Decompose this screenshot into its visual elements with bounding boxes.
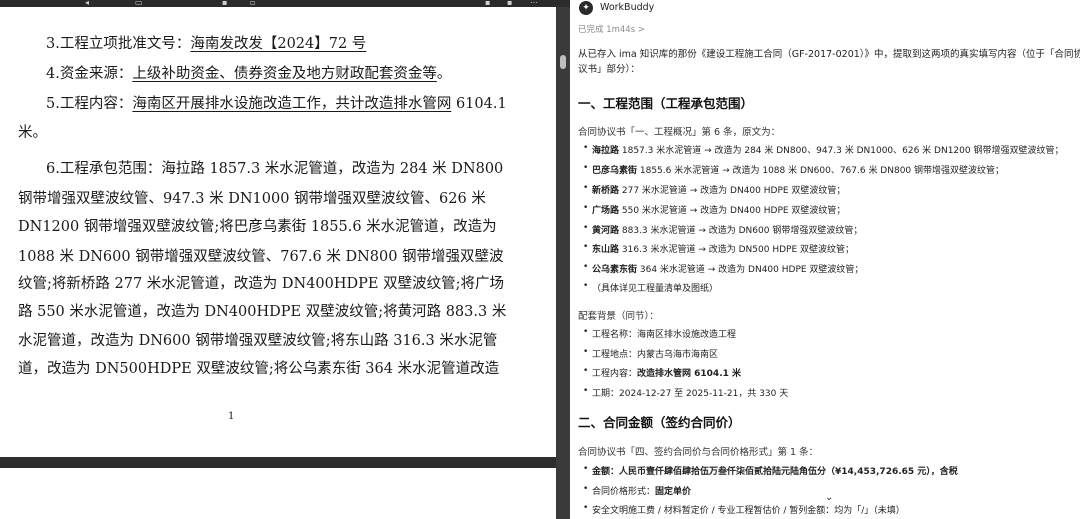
save-icon[interactable]: ▪	[222, 0, 227, 7]
doc-line: 1088 米 DN600 钢带增强双壁波纹管、767.6 米 DN800 钢带增…	[18, 249, 504, 265]
page-separator	[0, 457, 570, 468]
list-item: 合同价格形式：固定单价	[583, 484, 691, 497]
doc-line: 4.资金来源：上级补助资金、债券资金及地方财政配套资金等。	[46, 66, 452, 82]
scroll-down-icon[interactable]: ⌄	[825, 492, 833, 503]
viewer-toolbar: ◂ ▭ ▪ ▫ ▪ ▪ ⋯	[0, 0, 570, 7]
list-item: （具体详见工程量清单及图纸）	[583, 281, 718, 294]
scope-source: 合同协议书「一、工程概况」第 6 条，原文为：	[578, 127, 781, 138]
list-item: 工期：2024-12-27 至 2025-11-21，共 330 天	[583, 386, 788, 399]
amount-source: 合同协议书「四、签约合同价与合同价格形式」第 1 条：	[578, 447, 819, 458]
list-item: 安全文明施工费 / 材料暂定价 / 专业工程暂估价 / 暂列金额：均为「/」（未…	[583, 503, 905, 516]
list-item: 巴彦乌素街 1855.6 米水泥管道 → 改造为 1088 米 DN600、76…	[583, 163, 1004, 176]
app-name: WorkBuddy	[600, 2, 655, 13]
document-viewer: ◂ ▭ ▪ ▫ ▪ ▪ ⋯ 3.工程立项批准文号：海南发改发【2024】72 号…	[0, 0, 570, 519]
list-item: 黄河路 883.3 米水泥管道 → 改造为 DN600 钢带增强双壁波纹管；	[583, 223, 862, 236]
list-item: 公乌素东街 364 米水泥管道 → 改造为 DN400 HDPE 双壁波纹管；	[583, 262, 863, 275]
doc-line: 3.工程立项批准文号：海南发改发【2024】72 号	[46, 36, 367, 52]
task-status[interactable]: 已完成 1m44s >	[578, 23, 645, 35]
doc-line: 钢带增强双壁波纹管、947.3 米 DN1000 钢带增强双壁波纹管、626 米	[18, 191, 486, 207]
section-heading-scope: 一、工程范围（工程承包范围）	[578, 96, 754, 111]
doc-line: 米。	[18, 125, 47, 141]
doc-line: DN1200 钢带增强双壁波纹管;将巴彦乌素街 1855.6 米水泥管道，改造为	[18, 219, 497, 235]
chat-panel: ✦ WorkBuddy 已完成 1m44s > 从已存入 ima 知识库的那份《…	[570, 0, 1080, 519]
doc-line: 水泥管道，改造为 DN600 钢带增强双壁波纹管;将东山路 316.3 米水泥管	[18, 333, 498, 349]
print-icon[interactable]: ▫	[250, 0, 255, 7]
list-item: 东山路 316.3 米水泥管道 → 改造为 DN500 HDPE 双壁波纹管；	[583, 242, 854, 255]
list-item: 海拉路 1857.3 米水泥管道 → 改造为 284 米 DN800、947.3…	[583, 143, 1063, 156]
scrollbar-thumb[interactable]	[560, 55, 566, 69]
more-icon[interactable]: ⋯	[530, 0, 538, 7]
list-item: 工程名称：海南区排水设施改造工程	[583, 327, 736, 340]
list-item: 新桥路 277 米水泥管道 → 改造为 DN400 HDPE 双壁波纹管；	[583, 183, 845, 196]
doc-line: 纹管;将新桥路 277 米水泥管道，改造为 DN400HDPE 双壁波纹管;将广…	[18, 276, 504, 292]
intro-text: 从已存入 ima 知识库的那份《建设工程施工合同（GF-2017-0201）》中…	[578, 49, 1080, 60]
chat-header: ✦ WorkBuddy	[570, 0, 1080, 17]
section-heading-amount: 二、合同金额（签约合同价）	[578, 415, 741, 430]
export-icon[interactable]: ▪	[507, 0, 512, 7]
background-label: 配套背景（同节）：	[578, 311, 659, 322]
vertical-scrollbar[interactable]	[556, 7, 570, 519]
list-item: 广场路 550 米水泥管道 → 改造为 DN400 HDPE 双壁波纹管；	[583, 203, 845, 216]
page-nav-icon[interactable]: ◂	[85, 0, 89, 7]
share-icon[interactable]: ▪	[485, 0, 490, 7]
doc-line: 5.工程内容：海南区开展排水设施改造工作，共计改造排水管网 6104.1	[46, 96, 507, 112]
list-item: 工程地点：内蒙古乌海市海南区	[583, 347, 718, 360]
list-item: 工程内容：改造排水管网 6104.1 米	[583, 366, 741, 379]
document-page: 3.工程立项批准文号：海南发改发【2024】72 号 4.资金来源：上级补助资金…	[0, 7, 556, 457]
doc-line: 6.工程承包范围：海拉路 1857.3 米水泥管道，改造为 284 米 DN80…	[46, 161, 504, 177]
app-logo-icon: ✦	[579, 1, 593, 15]
doc-line: 道，改造为 DN500HDPE 双壁波纹管;将公乌素东街 364 米水泥管道改造	[18, 361, 500, 377]
zoom-control-icon[interactable]: ▭	[135, 0, 143, 7]
page-number: 1	[228, 411, 235, 422]
list-item: 金额：人民币壹仟肆佰肆拾伍万叁仟柒佰贰拾陆元陆角伍分（¥14,453,726.6…	[583, 464, 958, 477]
document-page-next	[0, 468, 556, 519]
intro-text-cont: 议书」部分）：	[578, 64, 640, 75]
doc-line: 路 550 米水泥管道，改造为 DN400HDPE 双壁波纹管;将黄河路 883…	[18, 304, 507, 320]
